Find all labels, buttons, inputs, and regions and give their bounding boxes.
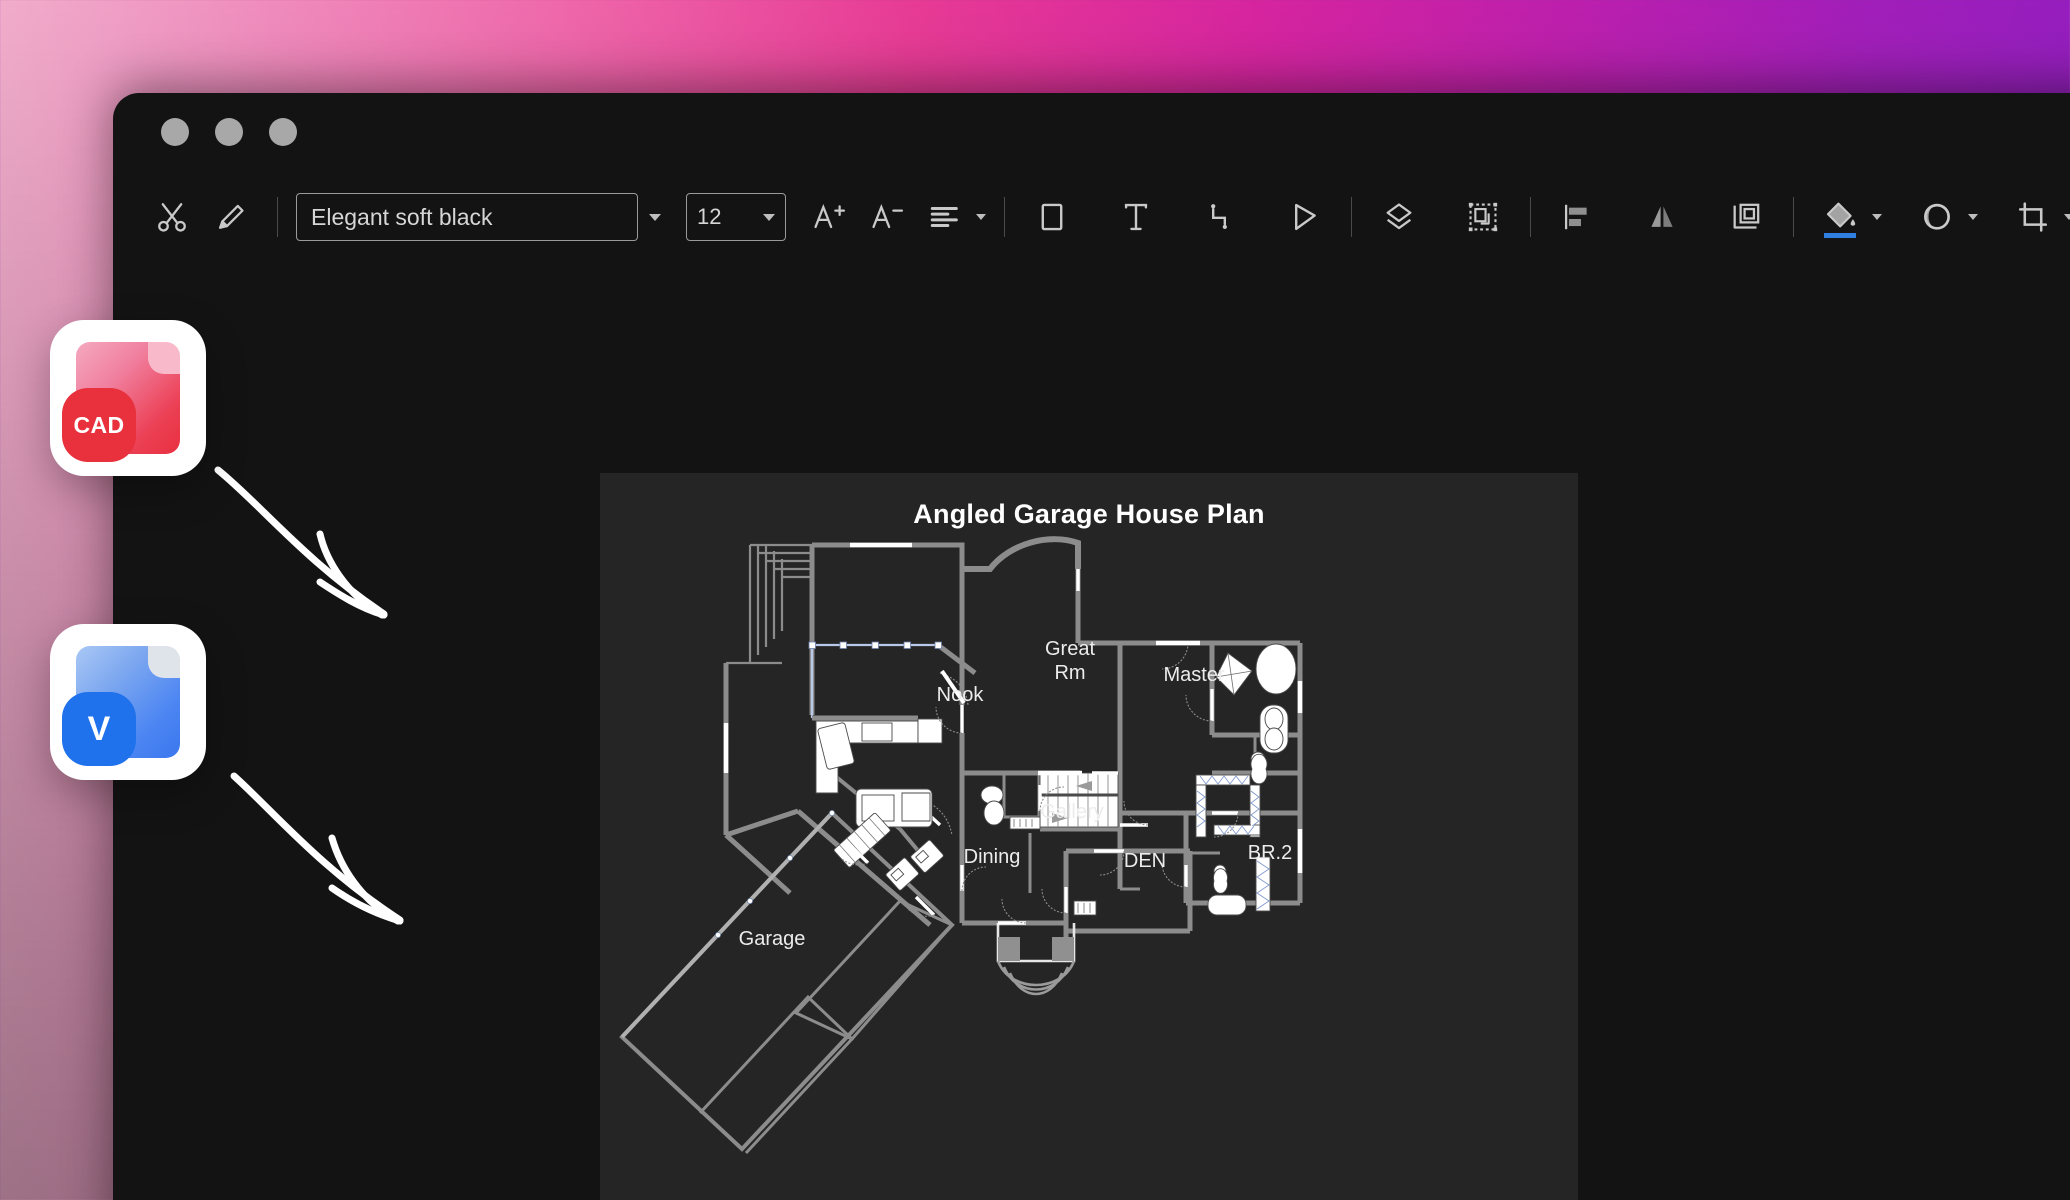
chevron-down-icon[interactable] [1872,214,1882,220]
shape-style-control[interactable] [1908,188,1978,246]
floor-plan-drawing[interactable]: Great Rm Nook Master Gallery Dining DEN … [600,473,1578,1200]
format-painter-button[interactable] [201,188,259,246]
room-label: DEN [1124,850,1166,872]
shape-style-button[interactable] [1908,188,1966,246]
room-label: Rm [1054,662,1085,684]
text-tool-button[interactable] [1107,188,1165,246]
toolbar-divider [1004,197,1005,237]
room-label: Nook [937,684,985,706]
chevron-down-icon[interactable] [2064,214,2070,220]
toolbar-divider [1351,197,1352,237]
bring-forward-button[interactable] [1717,188,1775,246]
formatting-toolbar: Elegant soft black 12 [113,171,2070,263]
toolbar-divider [1530,197,1531,237]
chevron-down-icon[interactable] [1968,214,1978,220]
connector-tool-button[interactable] [1191,188,1249,246]
align-objects-button[interactable] [1549,188,1607,246]
font-size-input[interactable]: 12 [686,193,786,241]
document-fold [148,342,180,374]
chevron-down-icon[interactable] [976,214,986,220]
document-fold [148,646,180,678]
chevron-down-icon[interactable] [763,213,775,221]
room-label: Garage [739,928,806,950]
rectangle-tool-button[interactable] [1023,188,1081,246]
flip-horizontal-button[interactable] [1633,188,1691,246]
text-align-control[interactable] [916,188,986,246]
room-label: Master [1163,664,1224,686]
crop-button[interactable] [2004,188,2062,246]
room-label: BR.2 [1248,842,1292,864]
crop-control[interactable] [2004,188,2070,246]
font-size-value: 12 [697,204,722,229]
increase-font-size-button[interactable] [800,188,858,246]
group-objects-button[interactable] [1454,188,1512,246]
room-label: Dining [964,846,1021,868]
visio-file-icon[interactable]: V [50,624,206,780]
fill-bucket-button[interactable] [1812,188,1870,246]
pointer-tool-button[interactable] [1275,188,1333,246]
layers-tool-button[interactable] [1370,188,1428,246]
fill-color-swatch [1824,233,1856,238]
align-left-button[interactable] [916,188,974,246]
minimize-window-button[interactable] [215,118,243,146]
room-label: Gallery [1040,801,1103,823]
drawing-canvas[interactable]: Angled Garage House Plan Great Rm Nook M… [113,263,2070,1200]
chevron-down-icon [649,213,661,221]
app-window: Elegant soft black 12 Angled Garage Hous… [113,93,2070,1200]
cad-file-icon[interactable]: CAD [50,320,206,476]
style-input[interactable]: Elegant soft black [296,193,638,241]
decrease-font-size-button[interactable] [858,188,916,246]
toolbar-divider [277,197,278,237]
visio-badge-label: V [62,692,136,766]
window-titlebar [113,93,2070,171]
room-label: Great [1045,638,1095,660]
maximize-window-button[interactable] [269,118,297,146]
visio-document-glyph: V [62,646,180,766]
cad-badge-label: CAD [62,388,136,462]
document-page[interactable]: Angled Garage House Plan Great Rm Nook M… [600,473,1578,1200]
close-window-button[interactable] [161,118,189,146]
cut-tool-button[interactable] [143,188,201,246]
fill-color-control[interactable] [1812,188,1882,246]
cad-document-glyph: CAD [62,342,180,462]
style-dropdown-button[interactable] [638,193,672,241]
toolbar-divider [1793,197,1794,237]
